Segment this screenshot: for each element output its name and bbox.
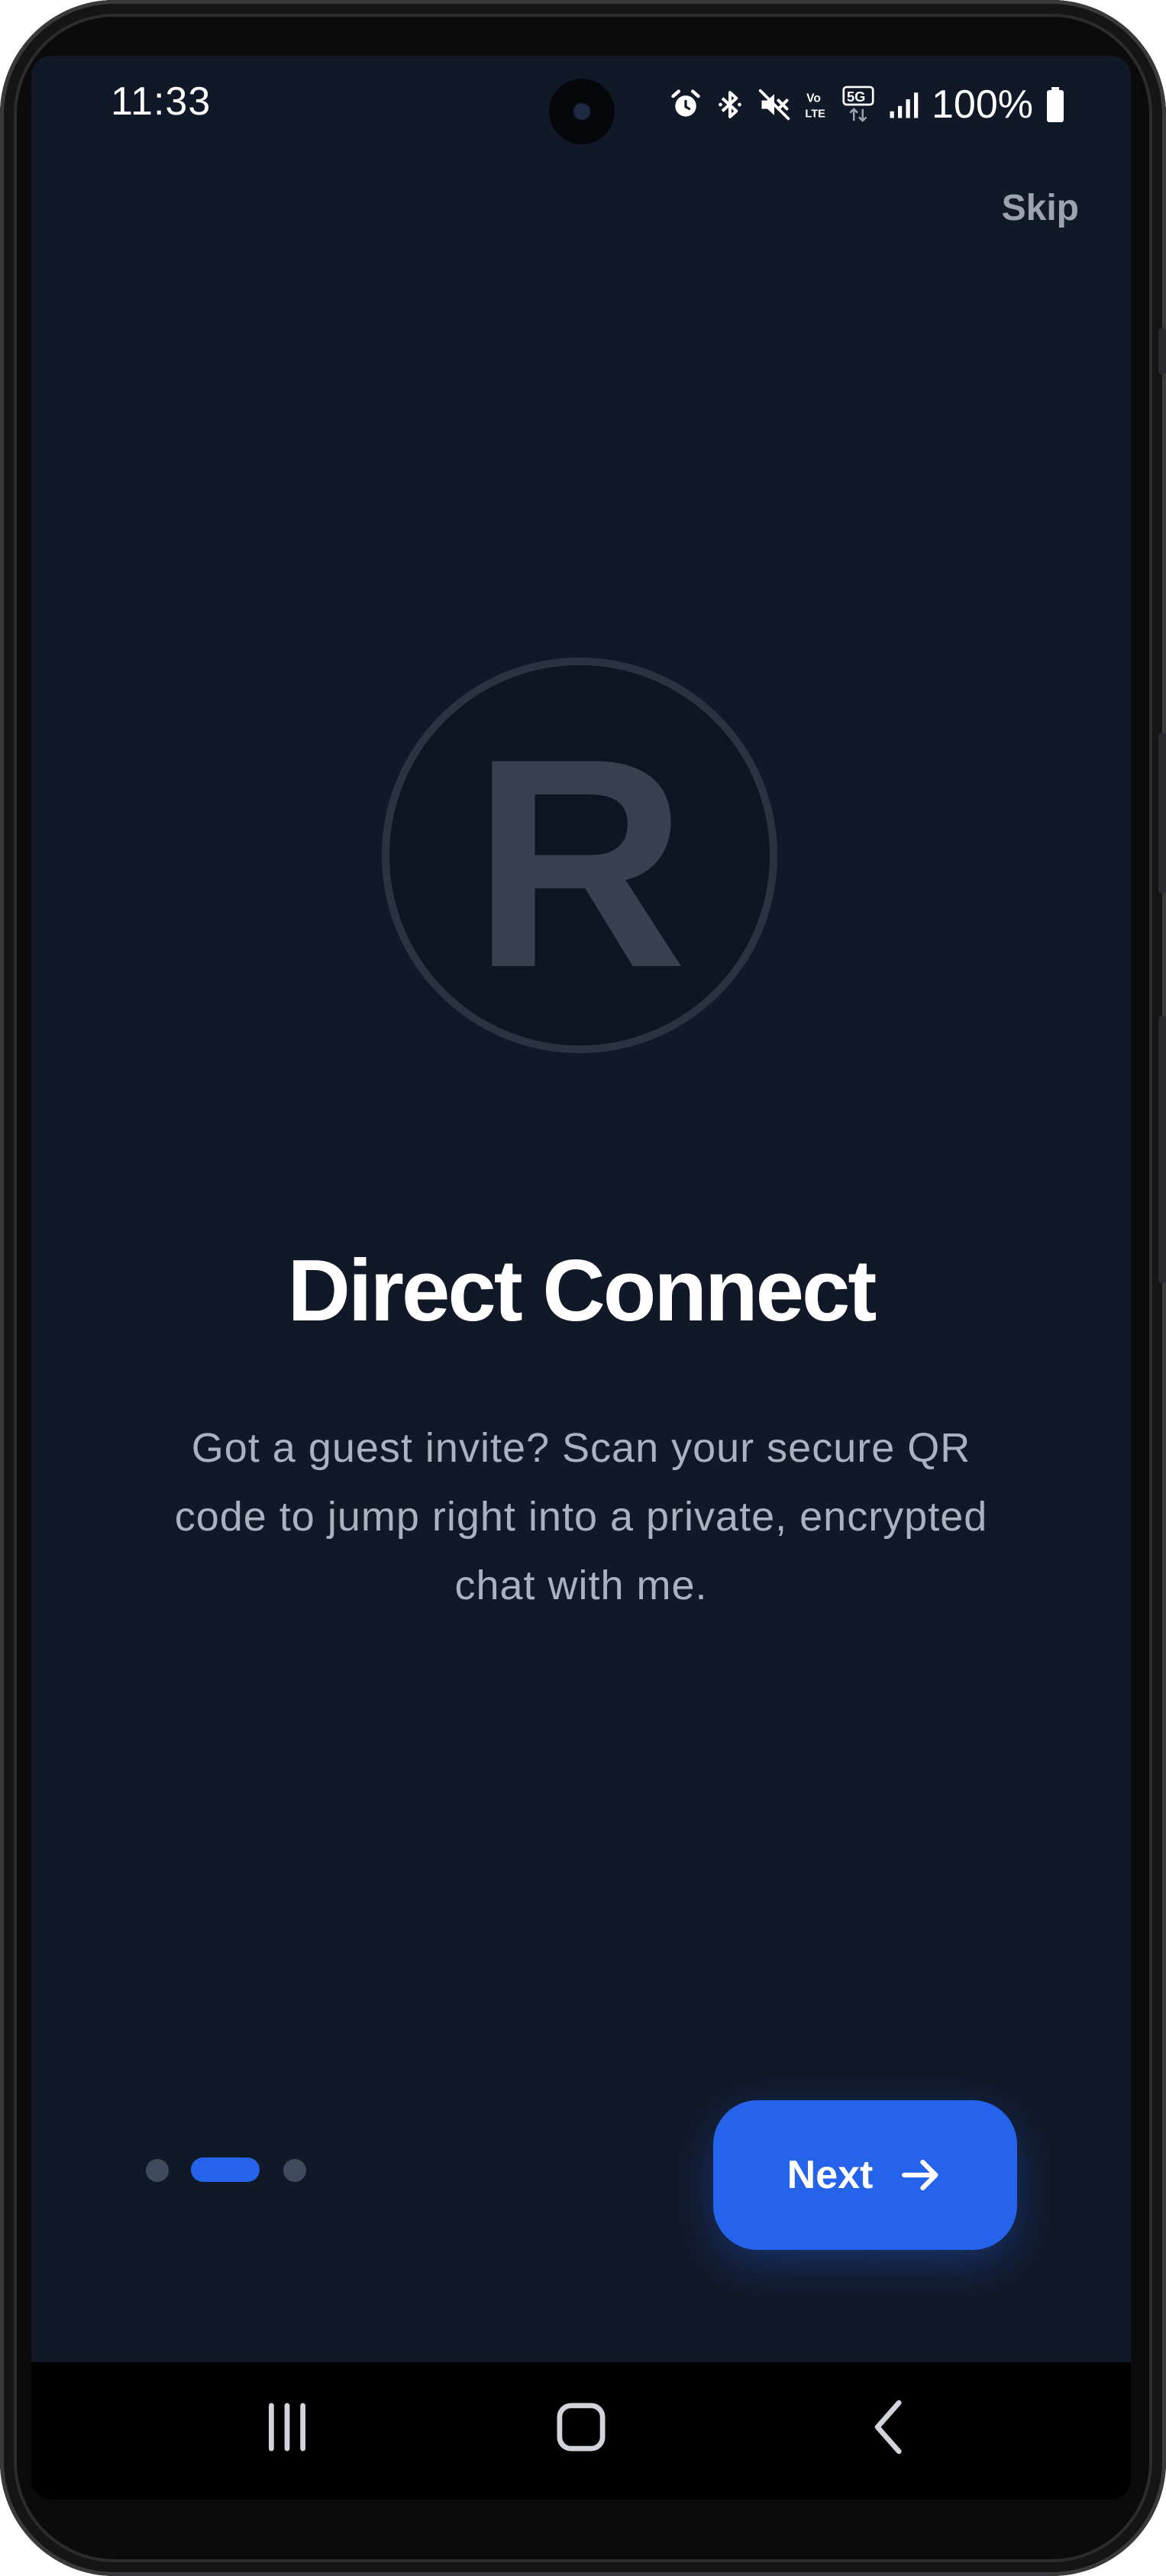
slide-description: Got a guest invite? Scan your secure QR …	[174, 1425, 988, 1608]
pagination-dot[interactable]	[146, 2159, 169, 2182]
bluetooth-icon	[719, 91, 741, 118]
status-icons: Vo LTE 5G 100%	[669, 82, 1065, 128]
volume-button	[1158, 733, 1166, 894]
app-logo: R	[380, 656, 779, 1055]
phone-frame: 11:33 Vo LTE 5G 100% Skip R Direct Conne…	[0, 0, 1166, 2576]
onboarding-screen: 11:33 Vo LTE 5G 100% Skip R Direct Conne…	[31, 56, 1131, 2500]
next-button-label: Next	[786, 2153, 874, 2197]
power-button	[1158, 1016, 1166, 1283]
volte-icon: Vo LTE	[805, 92, 825, 121]
recent-apps-icon[interactable]	[253, 2393, 321, 2461]
pagination-dot-active[interactable]	[191, 2157, 260, 2182]
arrow-right-icon	[902, 2159, 938, 2191]
next-button[interactable]: Next	[713, 2100, 1017, 2250]
svg-text:Vo: Vo	[806, 92, 821, 105]
slide-title: Direct Connect	[287, 1243, 877, 1340]
alarm-icon	[671, 89, 700, 117]
svg-text:LTE: LTE	[805, 108, 825, 121]
pagination-dot[interactable]	[283, 2159, 306, 2182]
system-nav-bar	[31, 2362, 1131, 2500]
home-icon[interactable]	[547, 2393, 615, 2461]
back-icon[interactable]	[856, 2393, 925, 2461]
logo-letter: R	[472, 697, 687, 1029]
logo-mark: R	[382, 658, 777, 1053]
battery-percent: 100%	[932, 82, 1033, 127]
svg-text:5G: 5G	[847, 89, 865, 105]
skip-button[interactable]: Skip	[1002, 187, 1079, 229]
battery-icon	[1047, 87, 1064, 122]
mute-icon	[758, 89, 790, 121]
status-bar: 11:33 Vo LTE 5G 100%	[31, 56, 1131, 147]
5g-icon: 5G	[842, 86, 874, 122]
side-button	[1158, 328, 1166, 374]
signal-icon	[890, 92, 919, 118]
front-camera	[549, 79, 615, 144]
status-time: 11:33	[111, 79, 212, 124]
